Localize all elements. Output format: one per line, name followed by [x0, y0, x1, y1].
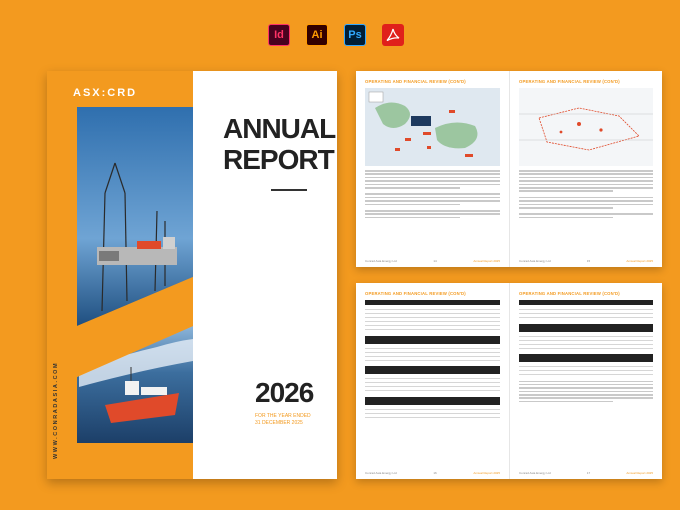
spread-page: OPERATING AND FINANCIAL REVIEW (CON'D) C… [509, 283, 662, 479]
page-footer: Conrad Asia Energy Ltd 16 Annual Report … [365, 471, 500, 475]
footer-report-name: Annual Report 2025 [626, 259, 653, 263]
page-footer: Conrad Asia Energy Ltd 17 Annual Report … [519, 471, 653, 475]
footer-report-name: Annual Report 2025 [626, 471, 653, 475]
footer-page-number: 16 [433, 471, 437, 475]
title-divider [271, 189, 307, 191]
footer-company: Conrad Asia Energy Ltd [519, 259, 551, 263]
cover-title-line2: REPORT [223, 144, 335, 175]
spread-tables: OPERATING AND FINANCIAL REVIEW (CON'D) C… [356, 283, 662, 479]
acrobat-pdf-icon [382, 24, 404, 46]
cover-title: ANNUAL REPORT [223, 113, 336, 175]
footer-company: Conrad Asia Energy Ltd [365, 259, 397, 263]
brand-ticker: ASX:CRD [73, 87, 138, 99]
page-header: OPERATING AND FINANCIAL REVIEW (CON'D) [365, 79, 466, 84]
cover-website: WWW.CONRADASIA.COM [53, 361, 59, 459]
map-figure [365, 88, 500, 166]
map-graphic [368, 91, 478, 157]
footer-company: Conrad Asia Energy Ltd [365, 471, 397, 475]
footer-page-number: 14 [433, 259, 437, 263]
page-header: OPERATING AND FINANCIAL REVIEW (CON'D) [519, 79, 620, 84]
cover-photo-collage [77, 107, 193, 443]
map-graphic [519, 107, 653, 151]
cover-year: 2026 [255, 377, 314, 408]
illustrator-icon: Ai [306, 24, 328, 46]
footer-report-name: Annual Report 2025 [473, 471, 500, 475]
cover-subtitle-line2: 31 DECEMBER 2025 [255, 420, 303, 426]
software-icons: Id Ai Ps [268, 24, 404, 46]
indesign-icon: Id [268, 24, 290, 46]
page-header: OPERATING AND FINANCIAL REVIEW (CON'D) [365, 291, 466, 296]
page-footer: Conrad Asia Energy Ltd 14 Annual Report … [365, 259, 500, 263]
page-header: OPERATING AND FINANCIAL REVIEW (CON'D) [519, 291, 620, 296]
page-footer: Conrad Asia Energy Ltd 15 Annual Report … [519, 259, 653, 263]
footer-report-name: Annual Report 2025 [473, 259, 500, 263]
photoshop-icon: Ps [344, 24, 366, 46]
spread-page: OPERATING AND FINANCIAL REVIEW (CON'D) C… [356, 71, 509, 267]
cover-title-line1: ANNUAL [223, 113, 336, 144]
map-figure [519, 88, 653, 166]
spread-page: OPERATING AND FINANCIAL REVIEW (CON'D) C… [509, 71, 662, 267]
spread-page: OPERATING AND FINANCIAL REVIEW (CON'D) C… [356, 283, 509, 479]
spread-maps: OPERATING AND FINANCIAL REVIEW (CON'D) C… [356, 71, 662, 267]
cover-subtitle-line1: FOR THE YEAR ENDED [255, 413, 311, 419]
cover-subtitle: FOR THE YEAR ENDED 31 DECEMBER 2025 [255, 413, 311, 427]
pdf-swirl-icon [386, 28, 400, 42]
footer-page-number: 17 [586, 471, 591, 475]
footer-page-number: 15 [586, 259, 591, 263]
footer-company: Conrad Asia Energy Ltd [519, 471, 551, 475]
report-cover: ASX:CRD WWW.CONRADASIA.COM ANNUAL REPORT… [47, 71, 337, 479]
